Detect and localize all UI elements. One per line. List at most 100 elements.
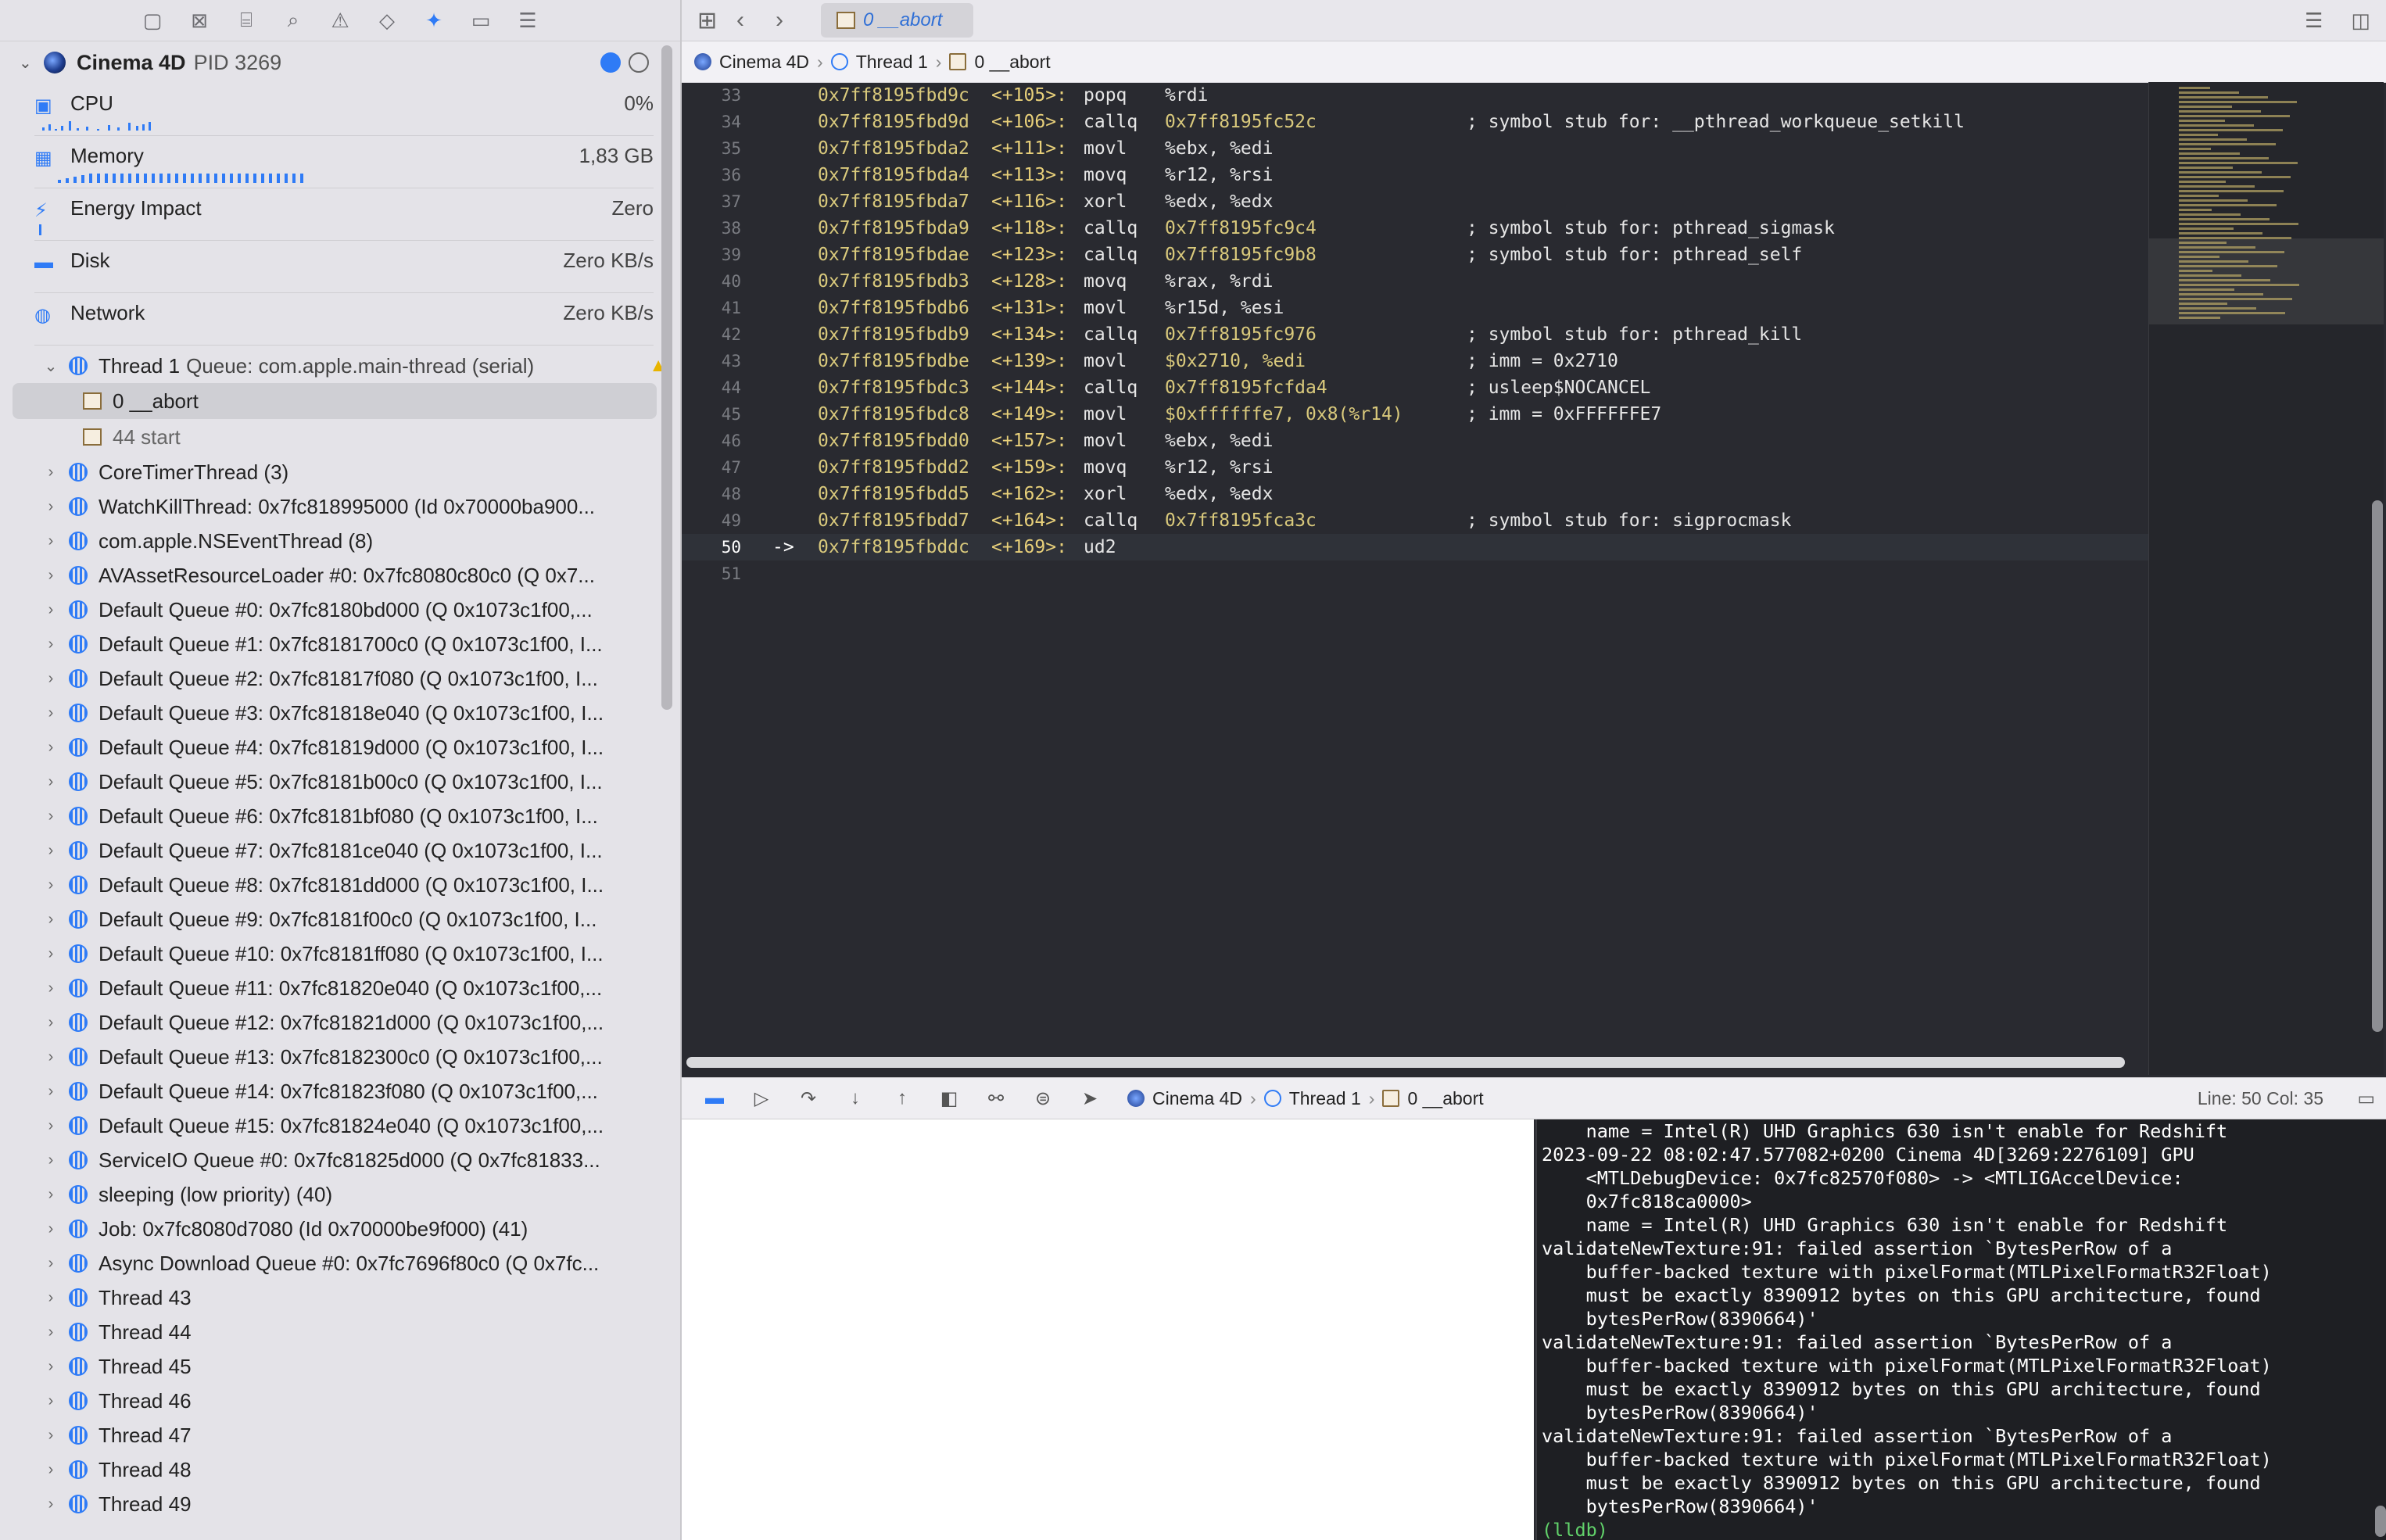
jump-bar-item[interactable]: Cinema 4D	[694, 52, 809, 73]
line-number[interactable]: 44	[682, 374, 741, 401]
symbol-icon[interactable]: ⌸	[235, 8, 258, 33]
code-line[interactable]: 50 -> 0x7ff8195fbddc <+169>: ud2	[682, 534, 2148, 560]
forward-icon[interactable]: ›	[776, 7, 799, 34]
jump-bar-item[interactable]: 0 __abort	[949, 52, 1051, 73]
thread-row[interactable]: › Default Queue #7: 0x7fc8181ce040 (Q 0x1…	[0, 833, 680, 868]
variables-view[interactable]	[682, 1119, 1534, 1540]
back-icon[interactable]: ‹	[736, 7, 760, 34]
line-number[interactable]: 49	[682, 507, 741, 534]
thread-row[interactable]: › AVAssetResourceLoader #0: 0x7fc8080c80c…	[0, 558, 680, 593]
chevron-right-icon[interactable]: ›	[39, 567, 63, 585]
code-line[interactable]: 39 0x7ff8195fbdae <+123>: callq 0x7ff8195fc9…	[682, 242, 2148, 268]
breakpoint-icon[interactable]: ▭	[469, 9, 493, 33]
chevron-right-icon[interactable]: ›	[39, 1358, 63, 1376]
step-over-icon[interactable]: ↷	[794, 1087, 822, 1110]
chevron-right-icon[interactable]: ›	[39, 601, 63, 619]
memory-graph-icon[interactable]: ⚯	[982, 1087, 1010, 1110]
chevron-down-icon[interactable]: ⌄	[39, 356, 63, 376]
thread-row[interactable]: › Async Download Queue #0: 0x7fc7696f80c0…	[0, 1246, 680, 1280]
chevron-right-icon[interactable]: ›	[39, 1014, 63, 1032]
line-number[interactable]: 42	[682, 321, 741, 348]
chevron-right-icon[interactable]: ›	[39, 1151, 63, 1169]
debug-crumb[interactable]: Thread 1	[1289, 1088, 1361, 1109]
debug-crumb[interactable]: Cinema 4D	[1152, 1088, 1242, 1109]
code-line[interactable]: 43 0x7ff8195fbdbe <+139>: movl $0x2710, %edi…	[682, 348, 2148, 374]
thread-row[interactable]: › Thread 48	[0, 1452, 680, 1487]
thread-row[interactable]: › sleeping (low priority) (40)	[0, 1177, 680, 1212]
chevron-right-icon[interactable]: ›	[39, 876, 63, 894]
thread-row[interactable]: › Default Queue #6: 0x7fc8181bf080 (Q 0x1…	[0, 799, 680, 833]
thread-row[interactable]: › Thread 44	[0, 1315, 680, 1349]
code-line[interactable]: 49 0x7ff8195fbdd7 <+164>: callq 0x7ff8195fca…	[682, 507, 2148, 534]
search-icon[interactable]: ⌕	[281, 8, 305, 33]
step-out-icon[interactable]: ↑	[888, 1087, 916, 1109]
thread-row[interactable]: › ServiceIO Queue #0: 0x7fc81825d000 (Q 0…	[0, 1143, 680, 1177]
code-line[interactable]: 47 0x7ff8195fbdd2 <+159>: movq %r12, %rsi	[682, 454, 2148, 481]
horizontal-scrollbar[interactable]	[686, 1057, 2125, 1068]
thread-row[interactable]: › Default Queue #1: 0x7fc8181700c0 (Q 0x1…	[0, 627, 680, 661]
line-number[interactable]: 38	[682, 215, 741, 242]
code-line[interactable]: 48 0x7ff8195fbdd5 <+162>: xorl %edx, %edx	[682, 481, 2148, 507]
jump-bar-item[interactable]: Thread 1	[830, 52, 928, 73]
editor-options-icon[interactable]: ☰	[2305, 9, 2323, 33]
thread-1-row[interactable]: ⌄ Thread 1 Queue: com.apple.main-thread …	[0, 349, 680, 383]
debug-area-toggle-icon[interactable]: ▬	[700, 1087, 729, 1109]
code-line[interactable]: 41 0x7ff8195fbdb6 <+131>: movl %r15d, %esi	[682, 295, 2148, 321]
issue-icon[interactable]: ⚠	[328, 9, 352, 33]
line-number[interactable]: 43	[682, 348, 741, 374]
code-line[interactable]: 44 0x7ff8195fbdc3 <+144>: callq 0x7ff8195fcf…	[682, 374, 2148, 401]
thread-row[interactable]: › Default Queue #5: 0x7fc8181b00c0 (Q 0x1…	[0, 765, 680, 799]
chevron-right-icon[interactable]: ›	[39, 1186, 63, 1204]
line-number[interactable]: 51	[682, 560, 741, 587]
chevron-right-icon[interactable]: ›	[39, 980, 63, 997]
source-control-icon[interactable]: ⊠	[188, 9, 211, 33]
gauge-network[interactable]: ◍ Network Zero KB/s	[34, 293, 654, 346]
thread-row[interactable]: › com.apple.NSEventThread (8)	[0, 524, 680, 558]
chevron-right-icon[interactable]: ›	[39, 498, 63, 516]
chevron-right-icon[interactable]: ›	[39, 636, 63, 654]
line-number[interactable]: 34	[682, 109, 741, 135]
threads-icon[interactable]	[629, 52, 649, 73]
code-line[interactable]: 34 0x7ff8195fbd9d <+106>: callq 0x7ff8195fc5…	[682, 109, 2148, 135]
environment-overrides-icon[interactable]: ⊜	[1029, 1087, 1057, 1110]
chevron-right-icon[interactable]: ›	[39, 1392, 63, 1410]
vertical-scrollbar[interactable]	[2372, 500, 2383, 1032]
thread-row[interactable]: › Job: 0x7fc8080d7080 (Id 0x70000be9f000)…	[0, 1212, 680, 1246]
chevron-right-icon[interactable]: ›	[39, 704, 63, 722]
gauge-energy[interactable]: ⚡ Energy Impact Zero	[34, 188, 654, 241]
chevron-right-icon[interactable]: ›	[39, 1289, 63, 1307]
console-toggle-icon[interactable]: ▭	[2357, 1087, 2375, 1110]
line-number[interactable]: 36	[682, 162, 741, 188]
code-line[interactable]: 40 0x7ff8195fbdb3 <+128>: movq %rax, %rdi	[682, 268, 2148, 295]
line-number[interactable]: 50	[682, 534, 741, 560]
thread-row[interactable]: › Default Queue #12: 0x7fc81821d000 (Q 0x…	[0, 1005, 680, 1040]
line-number[interactable]: 35	[682, 135, 741, 162]
line-number[interactable]: 46	[682, 428, 741, 454]
thread-row[interactable]: › Thread 49	[0, 1487, 680, 1521]
chevron-right-icon[interactable]: ›	[39, 464, 63, 482]
test-icon[interactable]: ◇	[375, 9, 399, 33]
minimap[interactable]	[2148, 82, 2384, 1075]
code-line[interactable]: 33 0x7ff8195fbd9c <+105>: popq %rdi	[682, 82, 2148, 109]
code-line[interactable]: 38 0x7ff8195fbda9 <+118>: callq 0x7ff8195fc9…	[682, 215, 2148, 242]
chevron-right-icon[interactable]: ›	[39, 1083, 63, 1101]
chevron-right-icon[interactable]: ›	[39, 1461, 63, 1479]
line-number[interactable]: 41	[682, 295, 741, 321]
view-hierarchy-icon[interactable]: ◧	[935, 1087, 963, 1110]
chevron-right-icon[interactable]: ›	[39, 773, 63, 791]
code-line[interactable]: 37 0x7ff8195fbda7 <+116>: xorl %edx, %edx	[682, 188, 2148, 215]
chevron-right-icon[interactable]: ›	[39, 1323, 63, 1341]
chevron-right-icon[interactable]: ›	[39, 1048, 63, 1066]
step-into-icon[interactable]: ↓	[841, 1087, 869, 1109]
thread-row[interactable]: › Default Queue #13: 0x7fc8182300c0 (Q 0x…	[0, 1040, 680, 1074]
simulate-location-icon[interactable]: ➤	[1076, 1087, 1104, 1110]
thread-row[interactable]: › Default Queue #9: 0x7fc8181f00c0 (Q 0x1…	[0, 902, 680, 937]
disassembly-view[interactable]: 33 0x7ff8195fbd9c <+105>: popq %rdi 34 0x7ff81…	[682, 82, 2148, 1051]
chevron-right-icon[interactable]: ›	[39, 1495, 63, 1513]
lldb-prompt[interactable]: (lldb)	[1537, 1518, 2386, 1540]
thread-row[interactable]: › Default Queue #2: 0x7fc81817f080 (Q 0x1…	[0, 661, 680, 696]
stack-frame-row[interactable]: 0 __abort	[13, 383, 657, 419]
thread-row[interactable]: › Default Queue #10: 0x7fc8181ff080 (Q 0x…	[0, 937, 680, 971]
thread-row[interactable]: › Default Queue #14: 0x7fc81823f080 (Q 0x…	[0, 1074, 680, 1108]
code-line[interactable]: 35 0x7ff8195fbda2 <+111>: movl %ebx, %edi	[682, 135, 2148, 162]
